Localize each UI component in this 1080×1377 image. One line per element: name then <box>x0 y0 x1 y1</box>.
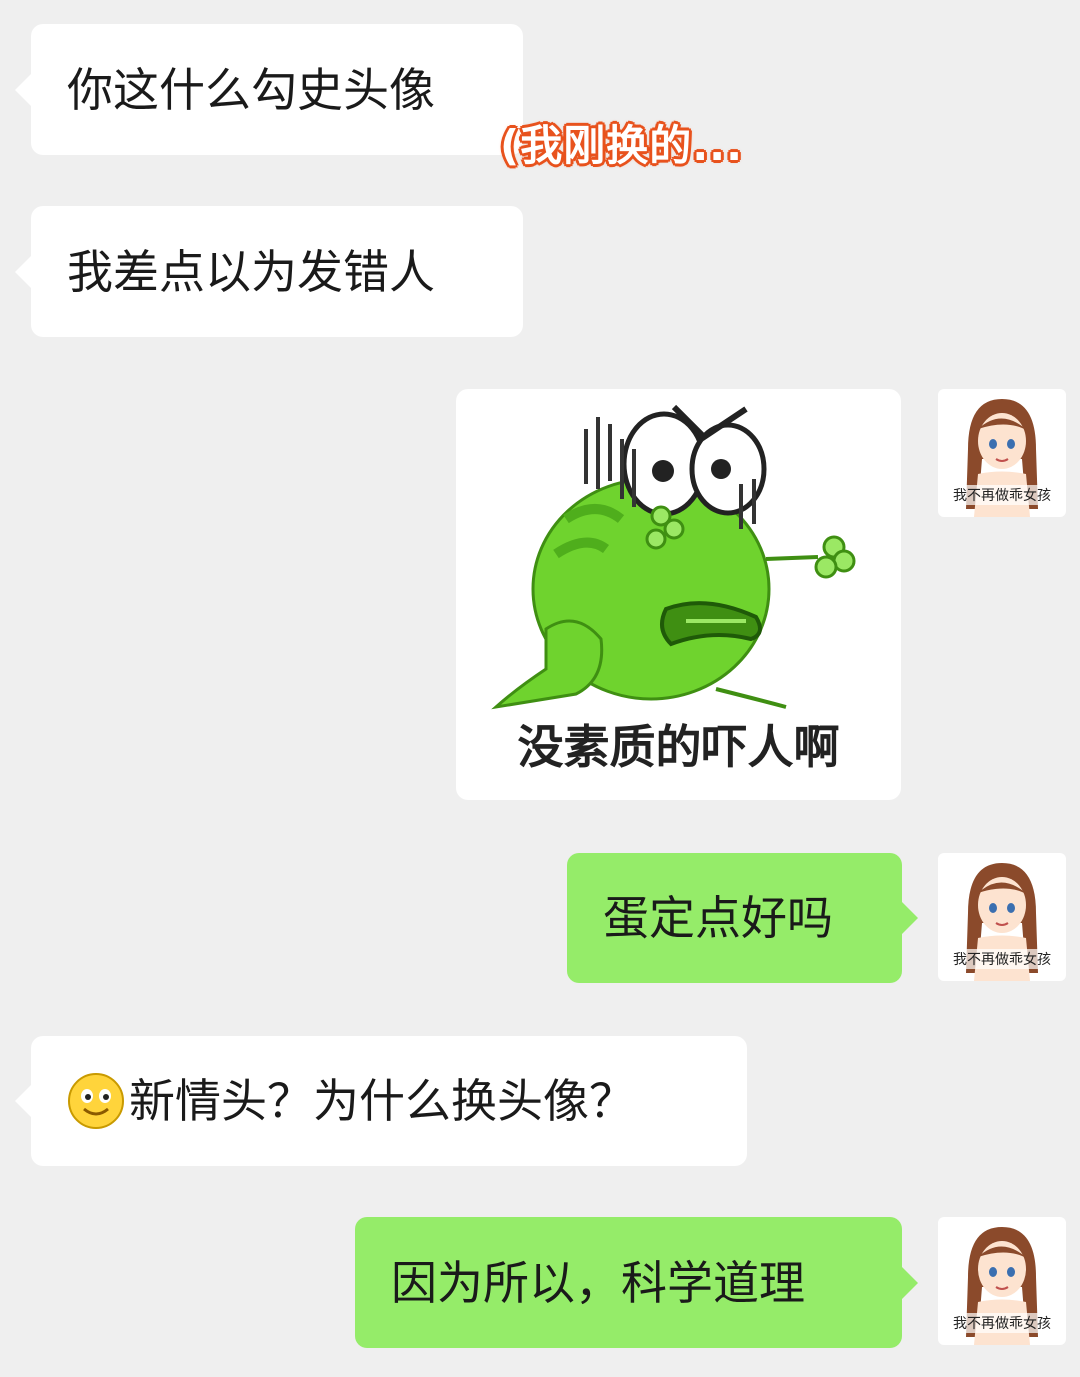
message-text: 新情头？为什么换头像？ <box>129 1074 635 1128</box>
message-text: 你这什么勾史头像 <box>67 62 435 117</box>
avatar-caption: 我不再做乖女孩 <box>938 1313 1066 1333</box>
message-text: 蛋定点好吗 <box>603 891 833 945</box>
avatar-caption: 我不再做乖女孩 <box>938 949 1066 969</box>
message-bubble-received[interactable]: 我差点以为发错人 <box>15 206 523 337</box>
message-bubble-received[interactable]: 新情头？为什么换头像？ <box>15 1036 747 1166</box>
sticker-caption: 没素质的吓人啊 <box>517 720 840 774</box>
avatar-caption: 我不再做乖女孩 <box>938 485 1066 505</box>
avatar[interactable]: 我不再做乖女孩 <box>938 389 1066 517</box>
smile-emoji-icon <box>68 1073 124 1129</box>
avatar[interactable]: 我不再做乖女孩 <box>938 853 1066 981</box>
message-text: 我差点以为发错人 <box>67 244 435 299</box>
annotation-text: (我刚换的... <box>500 121 744 170</box>
avatar[interactable]: 我不再做乖女孩 <box>938 1217 1066 1345</box>
message-bubble-received[interactable]: 你这什么勾史头像 <box>15 24 523 155</box>
message-bubble-sent[interactable]: 因为所以，科学道理 <box>355 1217 918 1348</box>
message-bubble-sent[interactable]: 蛋定点好吗 <box>567 853 918 983</box>
sticker-message[interactable]: 没素质的吓人啊 <box>456 389 901 800</box>
message-text: 因为所以，科学道理 <box>391 1255 805 1310</box>
